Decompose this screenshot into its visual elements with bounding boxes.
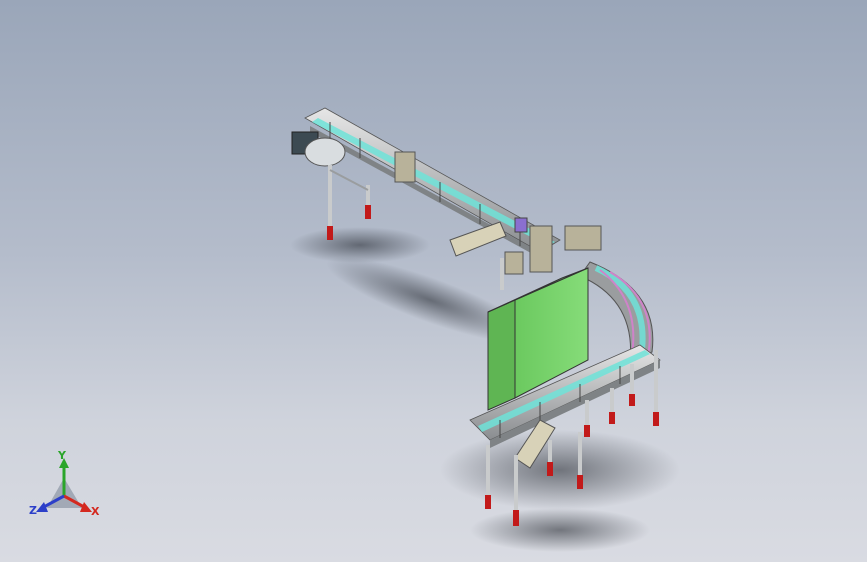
z-axis-label: Z [29, 504, 37, 517]
conveyor-model[interactable] [0, 0, 867, 562]
coordinate-triad [36, 458, 92, 512]
y-axis-label: Y [58, 449, 66, 462]
motor-cylinder [304, 137, 346, 167]
x-axis-label: X [91, 505, 100, 518]
cad-viewport[interactable]: Y X Z [0, 0, 867, 562]
